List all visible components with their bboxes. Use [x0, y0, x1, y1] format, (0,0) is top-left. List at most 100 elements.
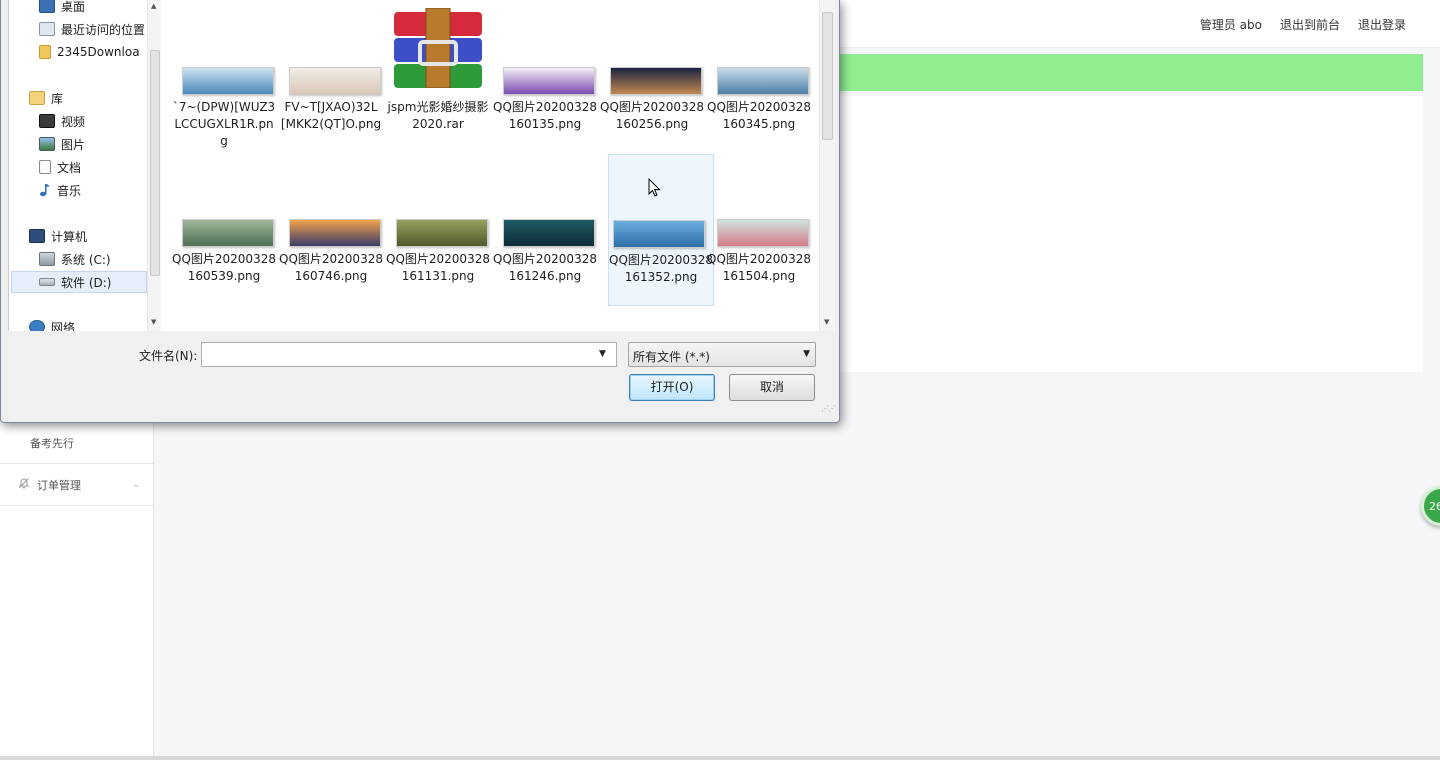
nav-item-label: 网络	[51, 320, 76, 332]
pictures-icon	[39, 137, 55, 151]
nav-item-label: 系统 (C:)	[61, 252, 111, 267]
file-name: jspm光影婚纱摄影 2020.rar	[387, 100, 489, 131]
nav-item-network[interactable]: 网络	[29, 316, 75, 331]
file-list-scrollbar[interactable]: ▼	[819, 0, 835, 331]
scroll-down-icon[interactable]: ▼	[151, 318, 156, 326]
file-name: `7~(DPW)[WUZ3LCCUGXLR1R.png	[172, 100, 276, 148]
file-item-hovered[interactable]: QQ图片20200328161352.png	[608, 154, 714, 306]
nav-item-label: 库	[51, 91, 64, 106]
file-name: QQ图片20200328160539.png	[172, 252, 276, 283]
bell-off-icon	[18, 477, 32, 492]
file-name: QQ图片20200328160135.png	[493, 100, 597, 131]
file-thumbnail	[289, 67, 381, 95]
file-thumbnail	[182, 219, 274, 247]
drive-d-icon	[39, 278, 55, 286]
dialog-body: 桌面 最近访问的位置 2345Downloa 库 视频 图片 文档 音乐 计算机…	[8, 0, 835, 331]
file-name: QQ图片20200328161131.png	[386, 252, 490, 283]
nav-item-label: 计算机	[51, 229, 88, 244]
nav-item-music[interactable]: 音乐	[39, 179, 81, 201]
file-item[interactable]: FV~T[JXAO)32L[MKK2(QT]O.png	[278, 0, 384, 152]
file-item[interactable]: QQ图片20200328160539.png	[171, 153, 277, 305]
nav-item-documents[interactable]: 文档	[39, 156, 81, 178]
file-item[interactable]: QQ图片20200328160256.png	[599, 0, 705, 152]
nav-item-label: 视频	[61, 114, 86, 129]
nav-item-library[interactable]: 库	[29, 87, 63, 109]
file-item[interactable]: `7~(DPW)[WUZ3LCCUGXLR1R.png	[171, 0, 277, 152]
file-thumbnail	[717, 67, 809, 95]
folder-icon	[39, 45, 51, 59]
sidebar-item-beikao[interactable]: 备考先行	[0, 422, 154, 464]
filename-label: 文件名(N):	[139, 349, 198, 363]
nav-item-label: 最近访问的位置	[61, 22, 146, 37]
drive-c-icon	[39, 252, 55, 266]
nav-item-label: 桌面	[61, 0, 86, 14]
sidebar-item-label: 备考先行	[30, 436, 74, 450]
file-thumbnail	[289, 219, 381, 247]
file-list-pane: `7~(DPW)[WUZ3LCCUGXLR1R.png FV~T[JXAO)32…	[161, 0, 819, 331]
file-item[interactable]: jspm光影婚纱摄影 2020.rar	[385, 0, 491, 152]
sidebar-item-label: 订单管理	[37, 478, 81, 492]
file-name: FV~T[JXAO)32L[MKK2(QT]O.png	[280, 100, 382, 131]
sidebar-item-orders[interactable]: 订单管理 ⌄	[0, 464, 154, 506]
file-thumbnail	[396, 219, 488, 247]
file-open-dialog: 桌面 最近访问的位置 2345Downloa 库 视频 图片 文档 音乐 计算机…	[0, 0, 840, 423]
open-button[interactable]: 打开(O)	[629, 374, 715, 401]
filename-input[interactable]	[201, 342, 617, 367]
nav-item-drive-d[interactable]: 软件 (D:)	[11, 271, 147, 293]
green-banner	[836, 54, 1423, 91]
file-item[interactable]: QQ图片20200328160345.png	[706, 0, 812, 152]
rar-archive-icon	[394, 8, 482, 88]
scroll-up-icon[interactable]: ▲	[151, 2, 156, 10]
nav-item-downloads[interactable]: 2345Downloa	[39, 41, 140, 63]
nav-item-label: 图片	[61, 137, 86, 152]
scrollbar-thumb[interactable]	[150, 50, 160, 276]
computer-icon	[29, 229, 45, 243]
file-item[interactable]: QQ图片20200328161246.png	[492, 153, 598, 305]
file-item[interactable]: QQ图片20200328160135.png	[492, 0, 598, 152]
navigation-scrollbar[interactable]: ▲ ▼	[147, 0, 161, 331]
file-thumbnail	[503, 219, 595, 247]
chevron-down-icon: ⌄	[132, 479, 140, 490]
nav-item-computer[interactable]: 计算机	[29, 225, 87, 247]
admin-user-link[interactable]: 管理员 abo	[1200, 16, 1262, 33]
nav-item-desktop[interactable]: 桌面	[39, 0, 85, 17]
scroll-down-icon[interactable]: ▼	[824, 318, 829, 326]
file-name: QQ图片20200328161352.png	[609, 253, 713, 284]
scrollbar-thumb[interactable]	[822, 12, 833, 140]
mouse-cursor-icon	[648, 178, 661, 197]
file-item[interactable]: QQ图片20200328160746.png	[278, 153, 384, 305]
back-to-frontend-link[interactable]: 退出到前台	[1280, 16, 1340, 33]
filename-dropdown-icon[interactable]: ▼	[599, 349, 606, 359]
nav-item-pictures[interactable]: 图片	[39, 133, 85, 155]
recent-places-icon	[39, 22, 55, 36]
video-icon	[39, 114, 55, 128]
nav-item-drive-c[interactable]: 系统 (C:)	[39, 248, 111, 270]
music-icon	[39, 183, 51, 197]
file-item[interactable]: QQ图片20200328161504.png	[706, 153, 812, 305]
cancel-button[interactable]: 取消	[729, 374, 815, 401]
file-item[interactable]: QQ图片20200328161131.png	[385, 153, 491, 305]
logout-link[interactable]: 退出登录	[1358, 16, 1406, 33]
file-name: QQ图片20200328160345.png	[707, 100, 811, 131]
file-name: QQ图片20200328160746.png	[279, 252, 383, 283]
badge-text: 26	[1429, 499, 1440, 513]
file-thumbnail	[610, 67, 702, 95]
filetype-select[interactable]: 所有文件 (*.*) ▼	[628, 342, 816, 367]
file-name: QQ图片20200328161504.png	[707, 252, 811, 283]
taskbar-edge	[0, 756, 1440, 760]
nav-item-videos[interactable]: 视频	[39, 110, 85, 132]
file-thumbnail	[503, 67, 595, 95]
resize-grip-icon[interactable]: ⋰⋰	[821, 404, 836, 413]
filetype-value: 所有文件 (*.*)	[633, 350, 710, 364]
nav-item-label: 2345Downloa	[57, 45, 140, 59]
nav-item-label: 文档	[57, 160, 82, 175]
nav-item-label: 音乐	[57, 183, 82, 198]
file-thumbnail	[613, 220, 705, 248]
desktop-icon	[39, 0, 55, 13]
content-panel	[836, 96, 1423, 372]
network-icon	[29, 320, 45, 331]
nav-item-label: 软件 (D:)	[61, 275, 112, 290]
file-thumbnail	[717, 219, 809, 247]
nav-item-recent[interactable]: 最近访问的位置	[39, 18, 145, 40]
floating-badge[interactable]: 26	[1421, 486, 1440, 526]
